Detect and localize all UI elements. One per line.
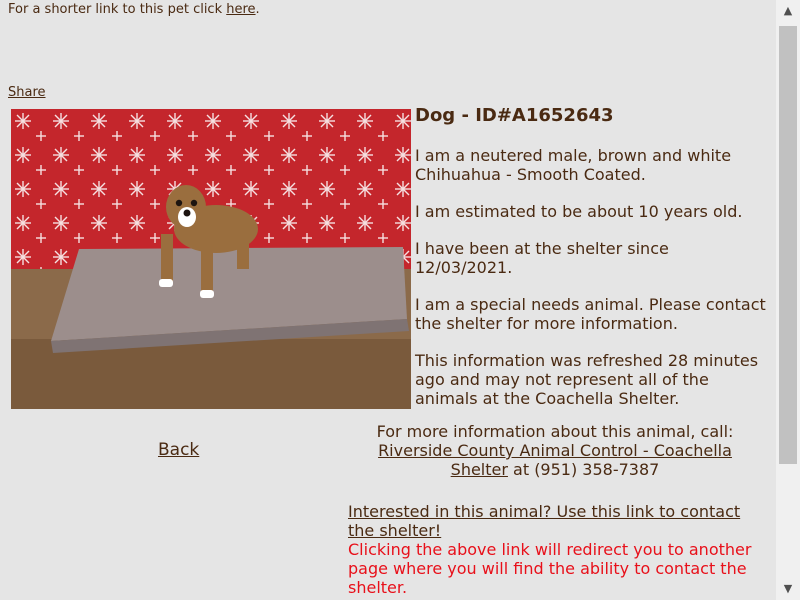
special-needs-text: I am a special needs animal. Please cont… (415, 295, 766, 333)
shorter-link-end: . (255, 2, 260, 17)
contact-shelter-link[interactable]: Interested in this animal? Use this link… (348, 502, 740, 540)
shorter-link-note: For a shorter link to this pet click her… (8, 2, 260, 17)
pet-info: Dog - ID#A1652643 I am a neutered male, … (415, 104, 770, 426)
call-intro: For more information about this animal, … (376, 422, 734, 441)
pet-photo (11, 109, 411, 409)
description-text: I am a neutered male, brown and white Ch… (415, 146, 732, 184)
contact-info: For more information about this animal, … (360, 422, 750, 479)
age-text: I am estimated to be about 10 years old. (415, 202, 743, 221)
refresh-notice: This information was refreshed 28 minute… (415, 351, 759, 408)
scrollbar-thumb[interactable] (779, 26, 797, 464)
arrow-down-icon[interactable]: ▼ (776, 578, 800, 600)
arrow-up-icon[interactable]: ▲ (776, 0, 800, 22)
share-link[interactable]: Share (8, 85, 46, 100)
shelter-phone: at (951) 358-7387 (507, 460, 660, 479)
shorter-link[interactable]: here (226, 2, 255, 17)
vertical-scrollbar[interactable]: ▲ ▼ (776, 0, 800, 600)
redirect-note: Clicking the above link will redirect yo… (348, 540, 752, 597)
pet-title: Dog - ID#A1652643 (415, 105, 614, 126)
shorter-link-text: For a shorter link to this pet click (8, 2, 227, 17)
shelter-since-text: I have been at the shelter since 12/03/2… (415, 239, 669, 277)
back-link[interactable]: Back (158, 440, 199, 460)
contact-section: Interested in this animal? Use this link… (348, 502, 768, 597)
